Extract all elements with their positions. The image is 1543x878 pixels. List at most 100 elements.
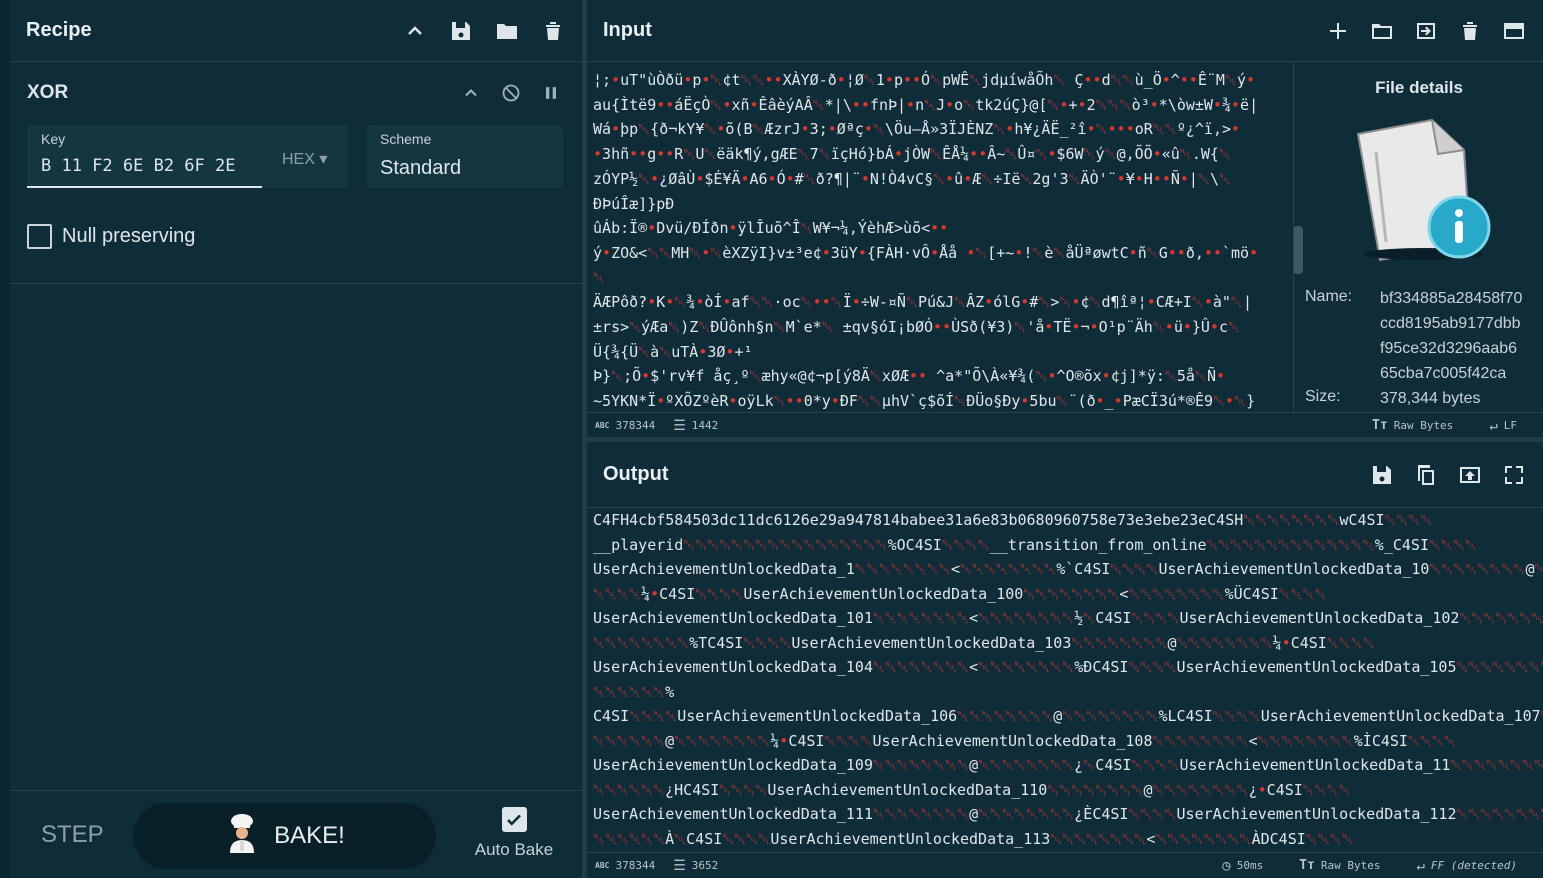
output-line: ␀␀␀␀␀␀@␀␀␀␀␀␀␀␀¼•C4SI␀␀␀␀UserAchievement…	[593, 731, 1456, 750]
output-line: UserAchievementUnlockedData_111␀␀␀␀␀␀␀␀@…	[593, 805, 1543, 823]
null-preserving-checkbox[interactable]: Null preserving	[27, 224, 195, 249]
input-line: ±rs>␀ýÆa␀)Z␀ÐÛônh§n␀M`e*␀ ±qv§óI¡bØÓ••ÙS…	[593, 318, 1241, 337]
input-textarea[interactable]: ¦;•uT"ùÒðü•p•␀¢t␀␀••XÀYØ-ð•¦Ø␀1•p••Ó␀pWÊ…	[587, 62, 1293, 412]
input-line: •3hñ••g••R␀U␀ëäk¶ý,gÆE␀7␀ïçHó}bÁ•jÒW␀ÊÅ¼…	[593, 145, 1231, 164]
key-input[interactable]: B 11 F2 6E B2 6F 2E	[41, 156, 235, 176]
step-button[interactable]: STEP	[41, 821, 104, 849]
output-line: __playerid␀␀␀␀␀␀␀␀␀␀␀␀␀␀␀␀␀%OC4SI␀␀␀␀__t…	[593, 535, 1478, 554]
name-label: Name:	[1305, 288, 1353, 305]
clock-icon: ◷	[1222, 857, 1231, 874]
lines-icon: ☰	[673, 417, 686, 434]
output-line: ␀␀␀␀␀␀␀␀%TC4SI␀␀␀␀UserAchievementUnlocke…	[593, 633, 1375, 652]
input-eol-button[interactable]: ↵ LF	[1489, 418, 1517, 434]
auto-bake-toggle[interactable]: Auto Bake	[474, 807, 554, 860]
output-line: ␀␀␀␀␀␀%	[593, 682, 675, 701]
trash-icon[interactable]	[540, 18, 566, 44]
key-field[interactable]: Key B 11 F2 6E B2 6F 2E HEX ▾	[27, 125, 348, 188]
output-encoding-button[interactable]: Tт Raw Bytes	[1299, 858, 1380, 874]
size-label: Size:	[1305, 388, 1341, 405]
chef-icon	[224, 813, 260, 860]
scheme-field[interactable]: Scheme Standard	[366, 125, 563, 188]
save-icon[interactable]	[448, 18, 474, 44]
file-details-panel: File details Name: bf334885a28458f70 ccd…	[1293, 62, 1543, 412]
chevron-down-icon: ▾	[319, 151, 328, 168]
key-label: Key	[41, 131, 66, 147]
left-gutter	[0, 0, 10, 878]
output-line: C4FH4cbf584503dc11dc6126e29a947814babee3…	[593, 511, 1433, 529]
output-status-bar: ABC 378344 ☰ 3652 ◷ 50ms Tт Raw Bytes ↵ FF (d…	[587, 852, 1543, 878]
file-size-value: 378,344 bytes	[1380, 390, 1481, 407]
recipe-header: Recipe	[10, 0, 582, 62]
lines-icon: ☰	[673, 857, 686, 874]
input-line: ý•ZO&<␀␀MH␀•␀èXZÿI}v±³e¢•3üY•{FÀH·vÔ•Åå …	[593, 243, 1259, 262]
save-icon[interactable]	[1369, 462, 1395, 488]
operation-name: XOR	[27, 82, 69, 103]
output-line: ␀␀␀␀¼•C4SI␀␀␀␀UserAchievementUnlockedDat…	[593, 584, 1327, 603]
output-line: C4SI␀␀␀␀UserAchievementUnlockedData_106␀…	[593, 707, 1543, 725]
operation-xor-header: XOR	[10, 62, 582, 124]
replace-input-icon[interactable]	[1457, 462, 1483, 488]
output-header: Output	[587, 442, 1543, 508]
disable-icon[interactable]	[498, 80, 524, 106]
input-line: Þ}␀;Õ•$'rv¥f åç¸º␀æhy«@¢¬p[ý8Ä␀xØÆ•• ^a*…	[593, 367, 1226, 386]
file-details-title: File details	[1375, 78, 1463, 97]
lines-stat: ☰ 3652	[673, 857, 719, 874]
output-line: UserAchievementUnlockedData_1␀␀␀␀␀␀␀␀<␀␀…	[593, 560, 1543, 578]
bake-bar: STEP BAKE! Auto Bake	[10, 790, 582, 878]
output-line: ␀␀␀␀␀␀À␀C4SI␀␀␀␀UserAchievementUnlockedD…	[593, 829, 1354, 848]
open-file-icon[interactable]	[1413, 18, 1439, 44]
open-folder-icon[interactable]	[1369, 18, 1395, 44]
checkbox-box[interactable]	[27, 224, 52, 249]
input-title: Input	[603, 19, 652, 41]
chevron-up-icon[interactable]	[458, 80, 484, 106]
input-pane: Input ¦;•uT"ùÒðü•p•␀¢t␀␀••XÀYØ-ð•¦Ø␀1•p•…	[587, 0, 1543, 437]
bake-time-stat: ◷ 50ms	[1222, 857, 1264, 874]
input-status-bar: ABC 378344 ☰ 1442 Tт Raw Bytes ↵ LF	[587, 412, 1543, 438]
output-title: Output	[603, 463, 669, 485]
copy-icon[interactable]	[1413, 462, 1439, 488]
key-format-dropdown[interactable]: HEX ▾	[282, 149, 327, 169]
lines-stat: ☰ 1442	[673, 417, 719, 434]
trash-icon[interactable]	[1457, 18, 1483, 44]
output-line: UserAchievementUnlockedData_104␀␀␀␀␀␀␀␀<…	[593, 658, 1543, 676]
input-line: ␀	[593, 268, 606, 287]
check-icon[interactable]	[501, 807, 527, 832]
divider	[10, 283, 582, 284]
abc-icon: ABC	[595, 861, 610, 870]
recipe-pane: Recipe XOR Key B 11 F2 6E B2 6F 2E HEX ▾…	[10, 0, 582, 878]
input-line: ûÁb:Ï®•Dvü/ÐÍðn•ÿlÎuõ^Î␀W¥¬¼,ÝèhÆ>ùõ<••	[593, 219, 949, 238]
recipe-title: Recipe	[26, 19, 92, 41]
scheme-label: Scheme	[380, 131, 432, 147]
input-line: au{Ìtë9••áËçÒ␀•xñ•ÊâèýAÂ␀*|\••fnÞ|•n␀J•o…	[593, 95, 1259, 114]
input-line: Wá•þp␀{ð¬kY¥␀•õ(B␀ÆzrJ•3;•Øªç•␀\Öu–Å»3ÏJ…	[593, 120, 1241, 139]
input-header: Input	[587, 0, 1543, 62]
length-stat: ABC 378344	[595, 859, 656, 872]
layout-icon[interactable]	[1501, 18, 1527, 44]
output-line: UserAchievementUnlockedData_109␀␀␀␀␀␀␀␀@…	[593, 756, 1543, 774]
pause-icon[interactable]	[538, 80, 564, 106]
file-info-icon	[1346, 112, 1496, 272]
folder-icon[interactable]	[494, 18, 520, 44]
input-line: ÐÞúÎæ]}pÐ	[593, 194, 675, 213]
null-preserving-label: Null preserving	[62, 225, 196, 247]
input-line: ¦;•uT"ùÒðü•p•␀¢t␀␀••XÀYØ-ð•¦Ø␀1•p••Ó␀pWÊ…	[593, 71, 1256, 89]
input-line: zÓYP½␀•¿ØâÙ•$É¥Ä•A6•Ó•#␀ð?¶|¨•N!Ò4vC§␀•û…	[593, 169, 1231, 188]
maximize-icon[interactable]	[1501, 462, 1527, 488]
bake-label: BAKE!	[274, 822, 345, 849]
output-line: ␀␀␀␀␀␀¿HC4SI␀␀␀␀UserAchievementUnlockedD…	[593, 780, 1351, 799]
bake-button[interactable]: BAKE!	[133, 803, 436, 869]
abc-icon: ABC	[595, 421, 610, 430]
scheme-select[interactable]: Standard	[380, 157, 461, 180]
text-encoding-icon: Tт	[1372, 418, 1388, 433]
text-encoding-icon: Tт	[1299, 858, 1315, 873]
chevron-up-icon[interactable]	[402, 18, 428, 44]
input-line: Ü{¾{Ü␀à␀uTÀ•3Ø•+¹	[593, 342, 753, 361]
output-textarea[interactable]: C4FH4cbf584503dc11dc6126e29a947814babee3…	[587, 508, 1543, 852]
return-arrow-icon: ↵	[1489, 417, 1498, 434]
input-line: ~5YKN*Ï•ºXÕZºèR•oÿLk␀••0*y•ÐF␀␀µhV`ç$õÍ␀…	[593, 392, 1256, 411]
add-tab-icon[interactable]	[1325, 18, 1351, 44]
output-pane: Output C4FH4cbf584503dc11dc6126e29a94781…	[587, 442, 1543, 878]
output-eol-button[interactable]: ↵ FF (detected)	[1416, 858, 1517, 874]
input-encoding-button[interactable]: Tт Raw Bytes	[1372, 418, 1453, 434]
input-line: ÄÆPôð?•K•␀¾•òÍ•af␀␀·oc␀••␀Ï•÷W-¤Ñ␀Pú&J␀Â…	[593, 293, 1252, 312]
